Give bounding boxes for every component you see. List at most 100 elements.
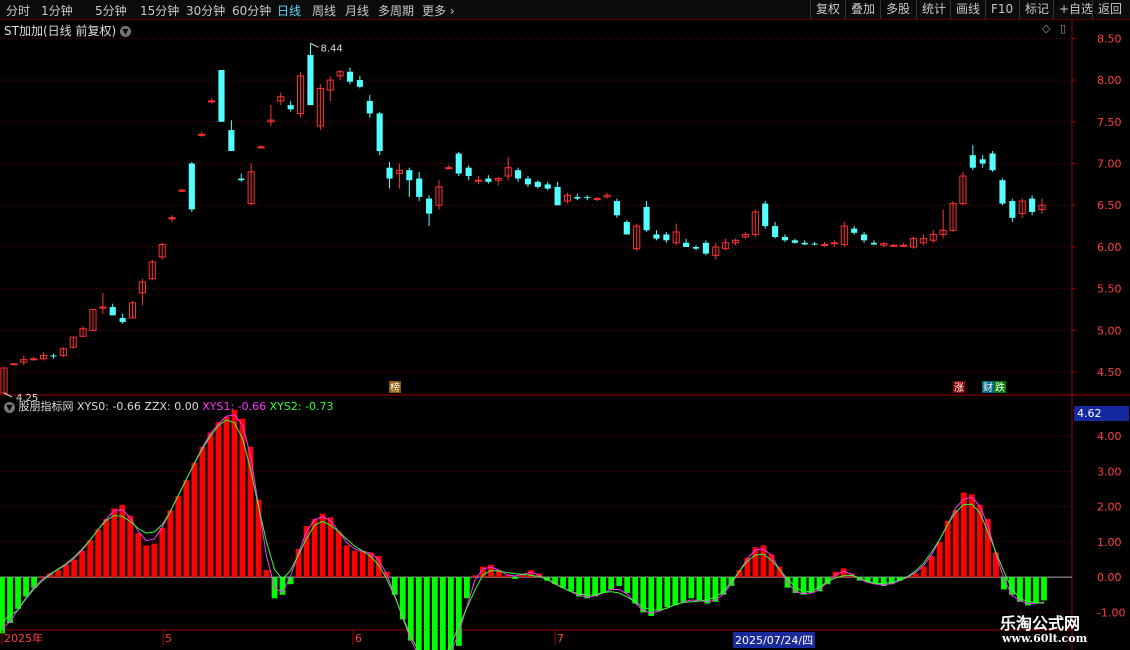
price-tick-label: 7.00 bbox=[1097, 158, 1122, 171]
histogram-bar bbox=[343, 545, 350, 578]
time-label: 5 bbox=[165, 632, 172, 645]
candle-body bbox=[238, 178, 245, 181]
histogram-bar bbox=[423, 577, 430, 650]
histogram-bar bbox=[215, 422, 222, 578]
histogram-bar bbox=[327, 517, 334, 578]
candle-body bbox=[979, 159, 986, 164]
histogram-bar bbox=[159, 527, 166, 578]
candle-body bbox=[287, 105, 294, 110]
indicator-tick-label: 2.00 bbox=[1097, 501, 1122, 514]
indicator-tick-label: 4.00 bbox=[1097, 430, 1122, 443]
indicator-title: ▼ 股朋指标网 XYS0: -0.66 ZZX: 0.00 XYS1: -0.6… bbox=[4, 398, 334, 414]
candle-body bbox=[109, 307, 116, 316]
watermark-url: www.60lt.com bbox=[1002, 632, 1088, 645]
histogram-bar bbox=[87, 540, 94, 578]
kline-chart[interactable]: 8.50 8.00 7.50 7.00 6.50 6.00 5.50 5.00 4.50 8.44… bbox=[0, 0, 1130, 650]
candle-body bbox=[791, 240, 798, 243]
candle-body bbox=[218, 70, 225, 122]
candle-body bbox=[1029, 198, 1036, 212]
histogram-bar bbox=[63, 564, 70, 578]
histogram-bar bbox=[1041, 577, 1047, 601]
histogram-bar bbox=[672, 577, 679, 606]
time-label: 7 bbox=[557, 632, 564, 645]
histogram-bar bbox=[103, 519, 110, 578]
fall-marker: 跌 bbox=[995, 381, 1005, 394]
histogram-bar bbox=[319, 513, 326, 578]
candle-body bbox=[801, 242, 808, 245]
histogram-bar bbox=[191, 462, 198, 578]
histogram-bar bbox=[55, 570, 61, 578]
candle-body bbox=[851, 228, 858, 233]
histogram-bar bbox=[15, 577, 21, 609]
candle-body bbox=[168, 217, 176, 220]
candle-body bbox=[307, 55, 314, 106]
histogram-bar bbox=[359, 550, 366, 578]
histogram-bar bbox=[560, 577, 566, 588]
histogram-bar bbox=[616, 577, 623, 586]
candle-body bbox=[188, 163, 195, 210]
chevron-down-icon[interactable]: ▼ bbox=[4, 401, 15, 413]
candle-body bbox=[663, 234, 670, 241]
histogram-bar bbox=[696, 577, 703, 601]
price-tick-label: 8.50 bbox=[1097, 32, 1122, 45]
histogram-bar bbox=[231, 409, 238, 578]
histogram-bar bbox=[656, 577, 663, 611]
candle-body bbox=[890, 244, 898, 247]
candle-body bbox=[830, 242, 838, 245]
indicator-name: 股朋指标网 bbox=[18, 400, 74, 413]
histogram-bar bbox=[151, 543, 158, 578]
candle-body bbox=[683, 242, 690, 247]
candle-body bbox=[257, 146, 265, 149]
candle-body bbox=[653, 234, 660, 239]
histogram-bar bbox=[183, 480, 190, 578]
histogram-bar bbox=[455, 577, 462, 646]
high-arrow bbox=[310, 42, 319, 48]
candle-body bbox=[406, 170, 413, 181]
histogram-bar bbox=[239, 418, 246, 578]
candle-body bbox=[900, 244, 908, 247]
candle-body bbox=[198, 133, 206, 136]
histogram-bar bbox=[207, 432, 214, 578]
cursor-date: 2025/07/24/四 bbox=[733, 632, 816, 648]
histogram-bar bbox=[952, 510, 959, 578]
histogram-bar bbox=[199, 446, 206, 578]
watermark-title: 乐淘公式网 bbox=[1000, 614, 1081, 633]
histogram-bar bbox=[0, 577, 5, 634]
candle-body bbox=[485, 178, 492, 182]
xys0-value: XYS0: -0.66 bbox=[77, 400, 141, 413]
histogram-bar bbox=[464, 577, 470, 599]
indicator-tick-label: 3.00 bbox=[1097, 465, 1122, 478]
histogram-bar bbox=[632, 577, 639, 604]
candle-body bbox=[208, 100, 216, 103]
price-tick-label: 8.00 bbox=[1097, 74, 1122, 87]
candle-body bbox=[969, 155, 976, 168]
histogram-bar bbox=[936, 541, 943, 578]
histogram-bar bbox=[111, 508, 118, 578]
xys1-line bbox=[1, 414, 1045, 650]
xys2-value: XYS2: -0.73 bbox=[269, 400, 334, 413]
price-tick-label: 6.00 bbox=[1097, 241, 1122, 254]
candle-body bbox=[119, 317, 126, 323]
histogram-bar bbox=[1017, 577, 1023, 602]
candle-body bbox=[781, 236, 789, 241]
histogram-bar bbox=[928, 556, 935, 578]
candle-body bbox=[445, 167, 453, 170]
candle-body bbox=[820, 243, 829, 246]
price-tick-label: 7.50 bbox=[1097, 116, 1122, 129]
candle-body bbox=[426, 198, 433, 214]
price-tick-label: 4.50 bbox=[1097, 366, 1122, 379]
xys2-line bbox=[1, 419, 1045, 650]
candle-body bbox=[584, 196, 591, 198]
candle-body bbox=[534, 181, 541, 187]
fin-marker: 财 bbox=[983, 381, 993, 394]
histogram-bar bbox=[255, 499, 262, 578]
histogram-bar bbox=[167, 510, 174, 578]
histogram-bar bbox=[664, 577, 671, 608]
histogram-bar bbox=[79, 550, 86, 578]
candle-body bbox=[524, 178, 532, 185]
histogram-bar bbox=[1033, 577, 1039, 604]
histogram-bar bbox=[920, 566, 927, 578]
histogram-bar bbox=[135, 533, 142, 578]
histogram-bar bbox=[351, 550, 358, 578]
time-label: 6 bbox=[355, 632, 362, 645]
